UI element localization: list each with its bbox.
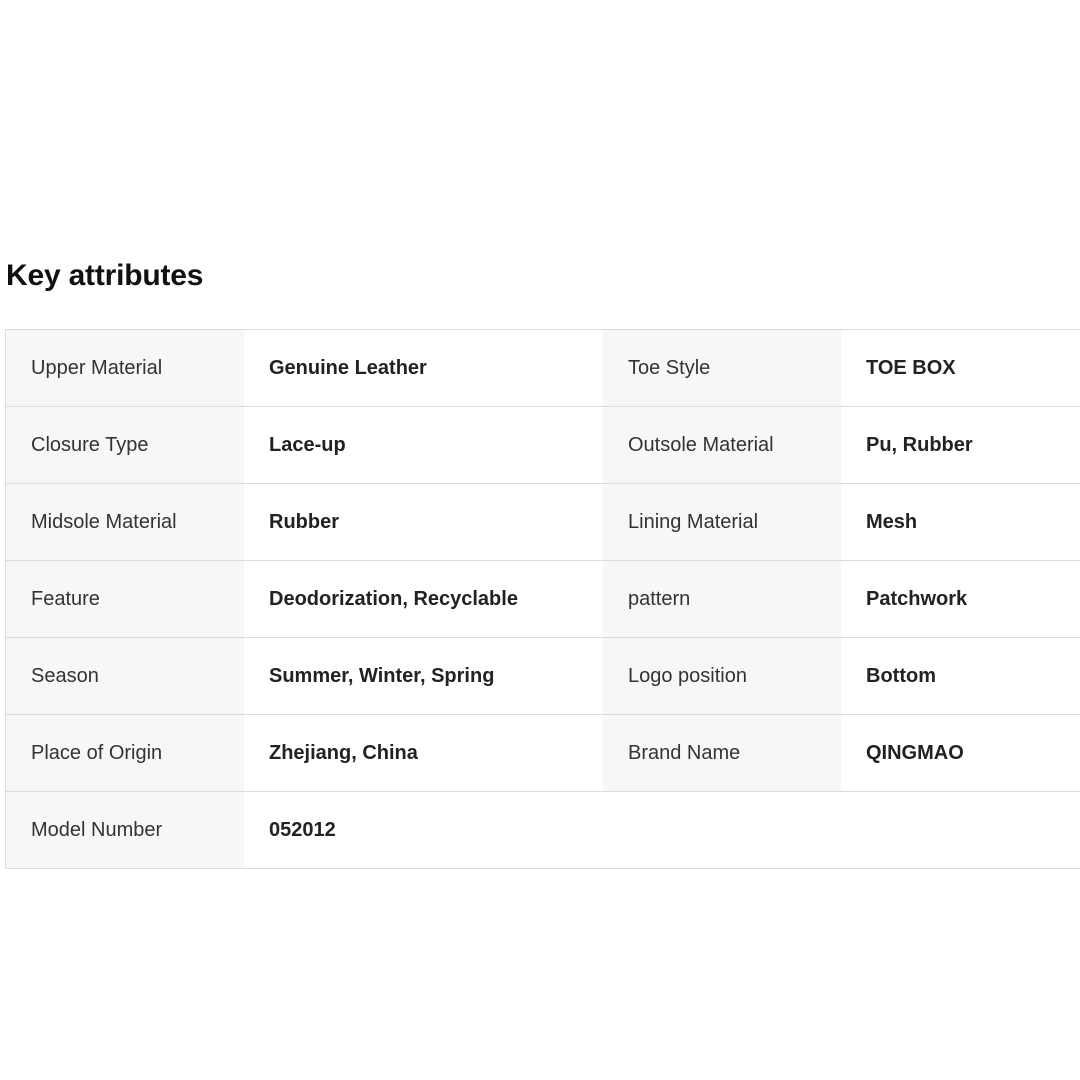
table-row: Season Summer, Winter, Spring Logo posit… (6, 638, 1080, 715)
table-row: Midsole Material Rubber Lining Material … (6, 484, 1080, 561)
attribute-value: Bottom (841, 638, 1080, 714)
attribute-label: Logo position (603, 638, 841, 714)
attribute-value: Deodorization, Recyclable (244, 561, 603, 637)
attribute-value: Patchwork (841, 561, 1080, 637)
attribute-value: 052012 (244, 792, 603, 868)
attribute-label: Feature (6, 561, 244, 637)
table-row: Closure Type Lace-up Outsole Material Pu… (6, 407, 1080, 484)
attribute-label: Upper Material (6, 330, 244, 406)
attribute-value: Summer, Winter, Spring (244, 638, 603, 714)
attribute-label: Toe Style (603, 330, 841, 406)
section-title: Key attributes (6, 259, 204, 292)
key-attributes-table: Upper Material Genuine Leather Toe Style… (5, 329, 1080, 869)
attribute-value: Mesh (841, 484, 1080, 560)
attribute-label: Outsole Material (603, 407, 841, 483)
attribute-value: QINGMAO (841, 715, 1080, 791)
table-row: Upper Material Genuine Leather Toe Style… (6, 330, 1080, 407)
attribute-value: Rubber (244, 484, 603, 560)
attribute-label: Model Number (6, 792, 244, 868)
attribute-label: Brand Name (603, 715, 841, 791)
table-row: Model Number 052012 (6, 792, 1080, 868)
page: Key attributes Upper Material Genuine Le… (0, 0, 1080, 1080)
attribute-value: Pu, Rubber (841, 407, 1080, 483)
attribute-value: Lace-up (244, 407, 603, 483)
attribute-value: Zhejiang, China (244, 715, 603, 791)
empty-cell (841, 792, 1080, 868)
attribute-label: pattern (603, 561, 841, 637)
attribute-label: Lining Material (603, 484, 841, 560)
attribute-value: Genuine Leather (244, 330, 603, 406)
table-row: Place of Origin Zhejiang, China Brand Na… (6, 715, 1080, 792)
attribute-label: Midsole Material (6, 484, 244, 560)
attribute-value: TOE BOX (841, 330, 1080, 406)
attribute-label: Place of Origin (6, 715, 244, 791)
empty-cell (603, 792, 841, 868)
attribute-label: Season (6, 638, 244, 714)
table-row: Feature Deodorization, Recyclable patter… (6, 561, 1080, 638)
attribute-label: Closure Type (6, 407, 244, 483)
